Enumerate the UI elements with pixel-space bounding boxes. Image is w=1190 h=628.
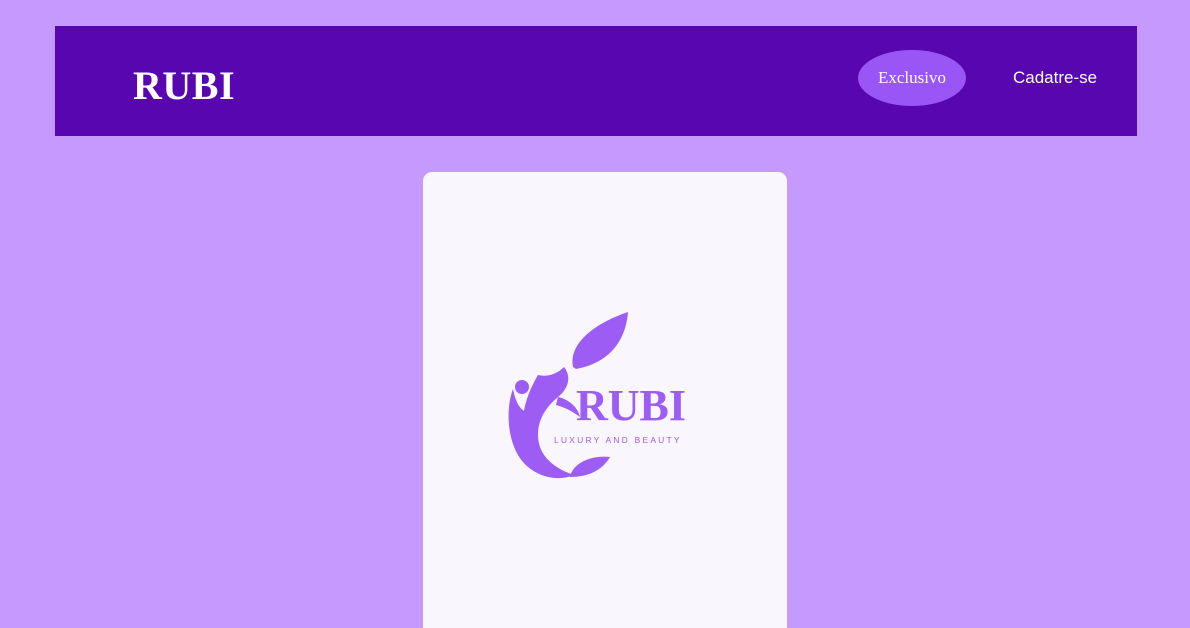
product-card: RUBI LUXURY AND BEAUTY: [423, 172, 787, 628]
rubi-logo: RUBI LUXURY AND BEAUTY: [498, 307, 708, 497]
nav-signup-link[interactable]: Cadatre-se: [1013, 68, 1097, 88]
site-header: RUBI Exclusivo Cadatre-se: [55, 26, 1137, 136]
leaf-figure-logo-icon: RUBI LUXURY AND BEAUTY: [508, 312, 686, 479]
brand-logo-text[interactable]: RUBI: [133, 64, 235, 108]
logo-wordmark: RUBI: [576, 381, 686, 430]
logo-tagline: LUXURY AND BEAUTY: [554, 435, 682, 445]
nav-exclusive-button[interactable]: Exclusivo: [858, 50, 966, 106]
